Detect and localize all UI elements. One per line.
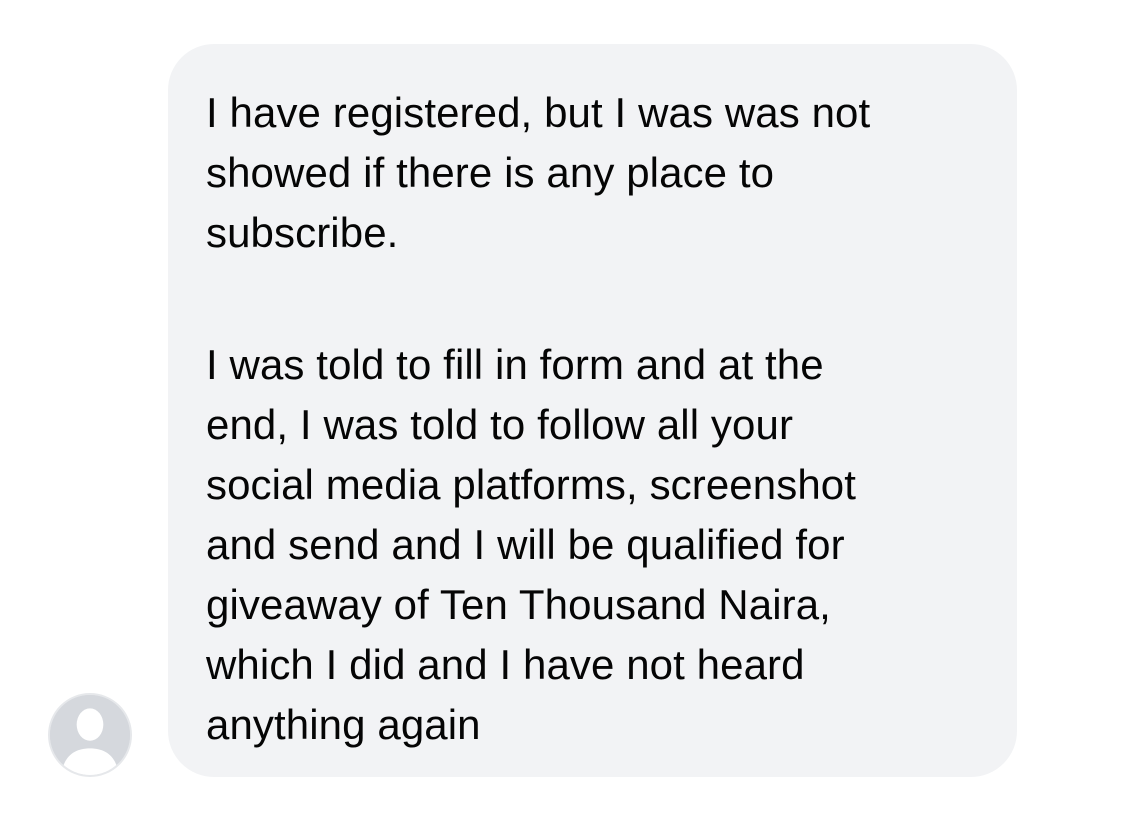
- message-paragraph: I have registered, but I was was not sho…: [206, 89, 871, 256]
- default-user-silhouette-icon: [50, 695, 130, 775]
- incoming-message-bubble[interactable]: I have registered, but I was was not sho…: [168, 44, 1017, 777]
- message-paragraph: I was told to fill in form and at the en…: [206, 341, 857, 748]
- sender-avatar[interactable]: [48, 693, 132, 777]
- message-thread: I have registered, but I was was not sho…: [0, 0, 1147, 826]
